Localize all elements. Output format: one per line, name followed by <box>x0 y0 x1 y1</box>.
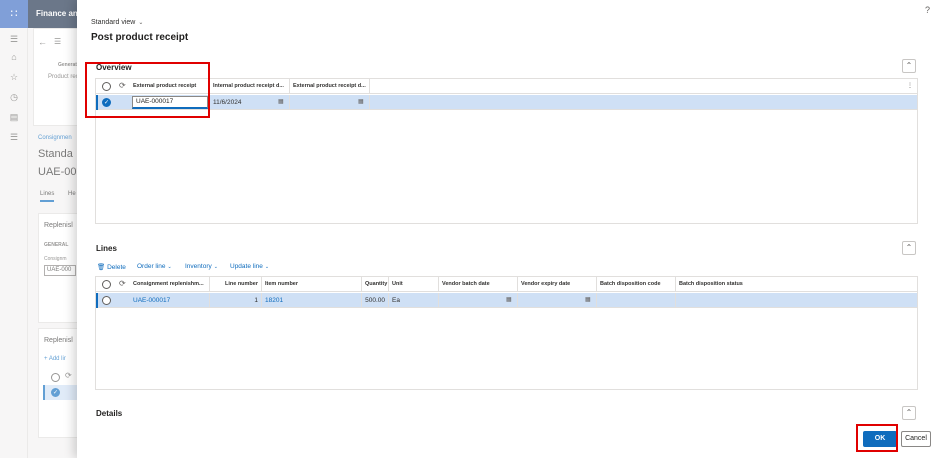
col-quantity[interactable]: Quantity <box>362 277 389 292</box>
col-consignment-replenishment[interactable]: Consignment replenishm... <box>130 277 210 292</box>
cell-batch-disposition-code[interactable] <box>597 293 676 308</box>
internal-date-value: 11/6/2024 <box>213 99 242 106</box>
overview-section-header[interactable]: Overview <box>96 63 132 72</box>
refresh-icon[interactable]: ⟳ <box>119 81 126 90</box>
col-vendor-expiry-date[interactable]: Vendor expiry date <box>518 277 597 292</box>
inventory-menu[interactable]: Inventory ⌄ <box>185 263 218 270</box>
cell-vendor-expiry-date[interactable]: ▦ <box>518 293 597 308</box>
overview-grid: ⟳ External product receipt Internal prod… <box>95 78 918 224</box>
update-line-menu[interactable]: Update line ⌄ <box>230 263 269 270</box>
cell-external-product-receipt[interactable]: UAE-000017 <box>130 95 210 110</box>
calendar-icon[interactable]: ▦ <box>585 293 591 308</box>
cell-unit[interactable]: Ea <box>389 293 439 308</box>
lines-select-all[interactable] <box>102 280 111 289</box>
col-item-number[interactable]: Item number <box>262 277 362 292</box>
calendar-icon[interactable]: ▦ <box>506 293 512 308</box>
cell-batch-disposition-status[interactable] <box>676 293 796 308</box>
overview-grid-header: ⟳ External product receipt Internal prod… <box>96 79 917 94</box>
cell-consignment-replenishment[interactable]: UAE-000017 <box>130 293 210 308</box>
chevron-up-icon: ⌃ <box>905 61 913 70</box>
cell-external-product-receipt-date[interactable]: ▦ <box>290 95 370 110</box>
row-radio[interactable] <box>102 296 111 305</box>
external-product-receipt-input[interactable]: UAE-000017 <box>132 96 208 109</box>
cell-line-number[interactable]: 1 <box>210 293 262 308</box>
refresh-icon[interactable]: ⟳ <box>119 279 126 288</box>
view-selector[interactable]: Standard view ⌄ <box>91 19 143 26</box>
delete-button[interactable]: 🗑 Delete <box>97 263 126 271</box>
overview-collapse-button[interactable]: ⌃ <box>902 59 916 73</box>
lines-section-header[interactable]: Lines <box>96 244 117 253</box>
row-selection-bar <box>96 95 98 110</box>
chevron-down-icon: ⌄ <box>213 264 218 270</box>
chevron-down-icon: ⌄ <box>138 20 144 26</box>
calendar-icon[interactable]: ▦ <box>278 95 284 110</box>
col-internal-product-receipt-date[interactable]: Internal product receipt d... <box>210 79 290 94</box>
col-external-product-receipt[interactable]: External product receipt <box>130 79 210 94</box>
lines-grid: ⟳ Consignment replenishm... Line number … <box>95 276 918 390</box>
details-section-header[interactable]: Details <box>96 409 122 418</box>
row-checked-radio[interactable]: ✓ <box>102 98 111 107</box>
col-batch-disposition-status[interactable]: Batch disposition status <box>676 277 796 292</box>
column-options-icon[interactable]: ⋮ <box>907 82 913 89</box>
cell-quantity[interactable]: 500.00 <box>362 293 389 308</box>
lines-collapse-button[interactable]: ⌃ <box>902 241 916 255</box>
calendar-icon[interactable]: ▦ <box>358 95 364 110</box>
col-unit[interactable]: Unit <box>389 277 439 292</box>
overview-row[interactable]: ✓ UAE-000017 11/6/2024 ▦ ▦ <box>96 95 917 110</box>
row-selection-bar <box>96 293 98 308</box>
post-product-receipt-dialog: ? Standard view ⌄ Post product receipt Ov… <box>77 0 940 458</box>
col-external-product-receipt-date[interactable]: External product receipt d... <box>290 79 370 94</box>
col-batch-disposition-code[interactable]: Batch disposition code <box>597 277 676 292</box>
lines-row[interactable]: UAE-000017 1 18201 500.00 Ea ▦ ▦ <box>96 293 917 308</box>
details-collapse-button[interactable]: ⌃ <box>902 406 916 420</box>
trash-icon: 🗑 <box>97 264 106 271</box>
chevron-up-icon: ⌃ <box>905 243 913 252</box>
lines-grid-header: ⟳ Consignment replenishm... Line number … <box>96 277 917 292</box>
ok-button[interactable]: OK <box>863 431 897 447</box>
col-vendor-batch-date[interactable]: Vendor batch date <box>439 277 518 292</box>
cell-internal-product-receipt-date[interactable]: 11/6/2024 ▦ <box>210 95 290 110</box>
cancel-button[interactable]: Cancel <box>901 431 931 447</box>
cell-vendor-batch-date[interactable]: ▦ <box>439 293 518 308</box>
view-selector-label: Standard view <box>91 19 136 26</box>
order-line-menu[interactable]: Order line ⌄ <box>137 263 172 270</box>
help-icon[interactable]: ? <box>925 5 930 15</box>
chevron-down-icon: ⌄ <box>167 264 172 270</box>
chevron-down-icon: ⌄ <box>264 264 270 270</box>
cell-item-number[interactable]: 18201 <box>262 293 362 308</box>
overview-select-all[interactable] <box>102 82 111 91</box>
col-line-number[interactable]: Line number <box>210 277 262 292</box>
dialog-title: Post product receipt <box>91 32 189 43</box>
chevron-up-icon: ⌃ <box>905 408 913 417</box>
